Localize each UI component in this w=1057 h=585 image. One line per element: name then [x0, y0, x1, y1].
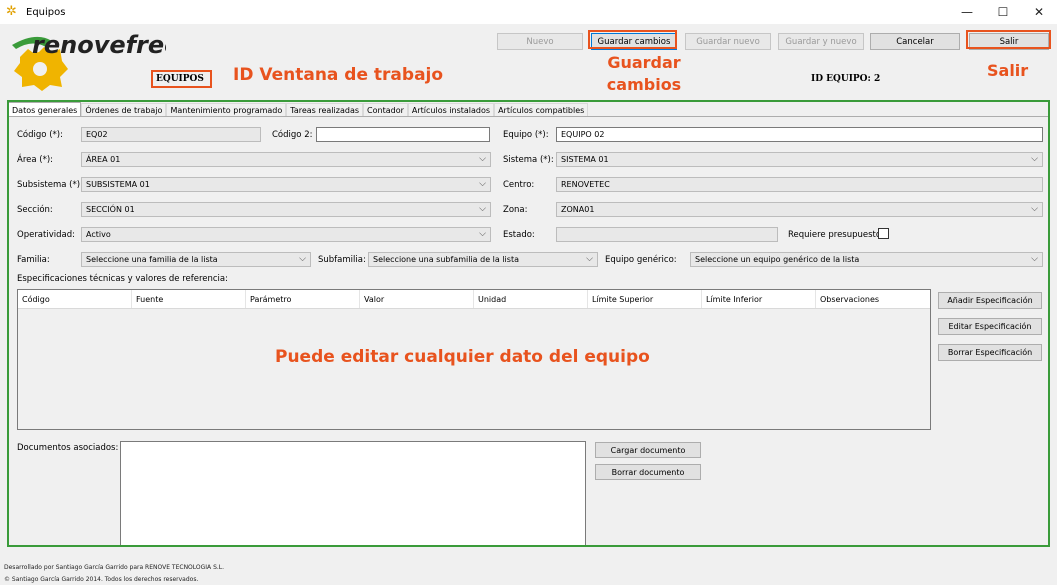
window-title: Equipos [26, 6, 66, 18]
window-id-label: EQUIPOS [156, 74, 204, 84]
guardar-y-nuevo-button[interactable]: Guardar y nuevo [778, 33, 864, 50]
app-icon: ✲ [6, 4, 17, 19]
annotation-salir: Salir [987, 61, 1029, 80]
annotation-id-ventana: ID Ventana de trabajo [233, 65, 444, 85]
title-bar: ✲ Equipos — ☐ ✕ [0, 0, 1057, 24]
annotation-guardar-cambios: Guardar cambios [606, 53, 682, 94]
footer-copyright: © Santiago García Garrido 2014. Todos lo… [4, 576, 199, 583]
maximize-button[interactable]: ☐ [985, 0, 1021, 24]
close-button[interactable]: ✕ [1021, 0, 1057, 24]
salir-highlight [966, 30, 1051, 49]
cancelar-button[interactable]: Cancelar [870, 33, 960, 50]
guardar-cambios-highlight [588, 30, 677, 49]
guardar-nuevo-button[interactable]: Guardar nuevo [685, 33, 771, 50]
footer-credits: Desarrollado por Santiago García Garrido… [4, 564, 225, 571]
renovefree-logo: renovefree [12, 31, 166, 91]
minimize-button[interactable]: — [949, 0, 985, 24]
id-equipo-label: ID EQUIPO: 2 [811, 74, 881, 84]
editable-area-highlight [7, 100, 1050, 547]
svg-text:renovefree: renovefree [32, 31, 166, 59]
nuevo-button[interactable]: Nuevo [497, 33, 583, 50]
